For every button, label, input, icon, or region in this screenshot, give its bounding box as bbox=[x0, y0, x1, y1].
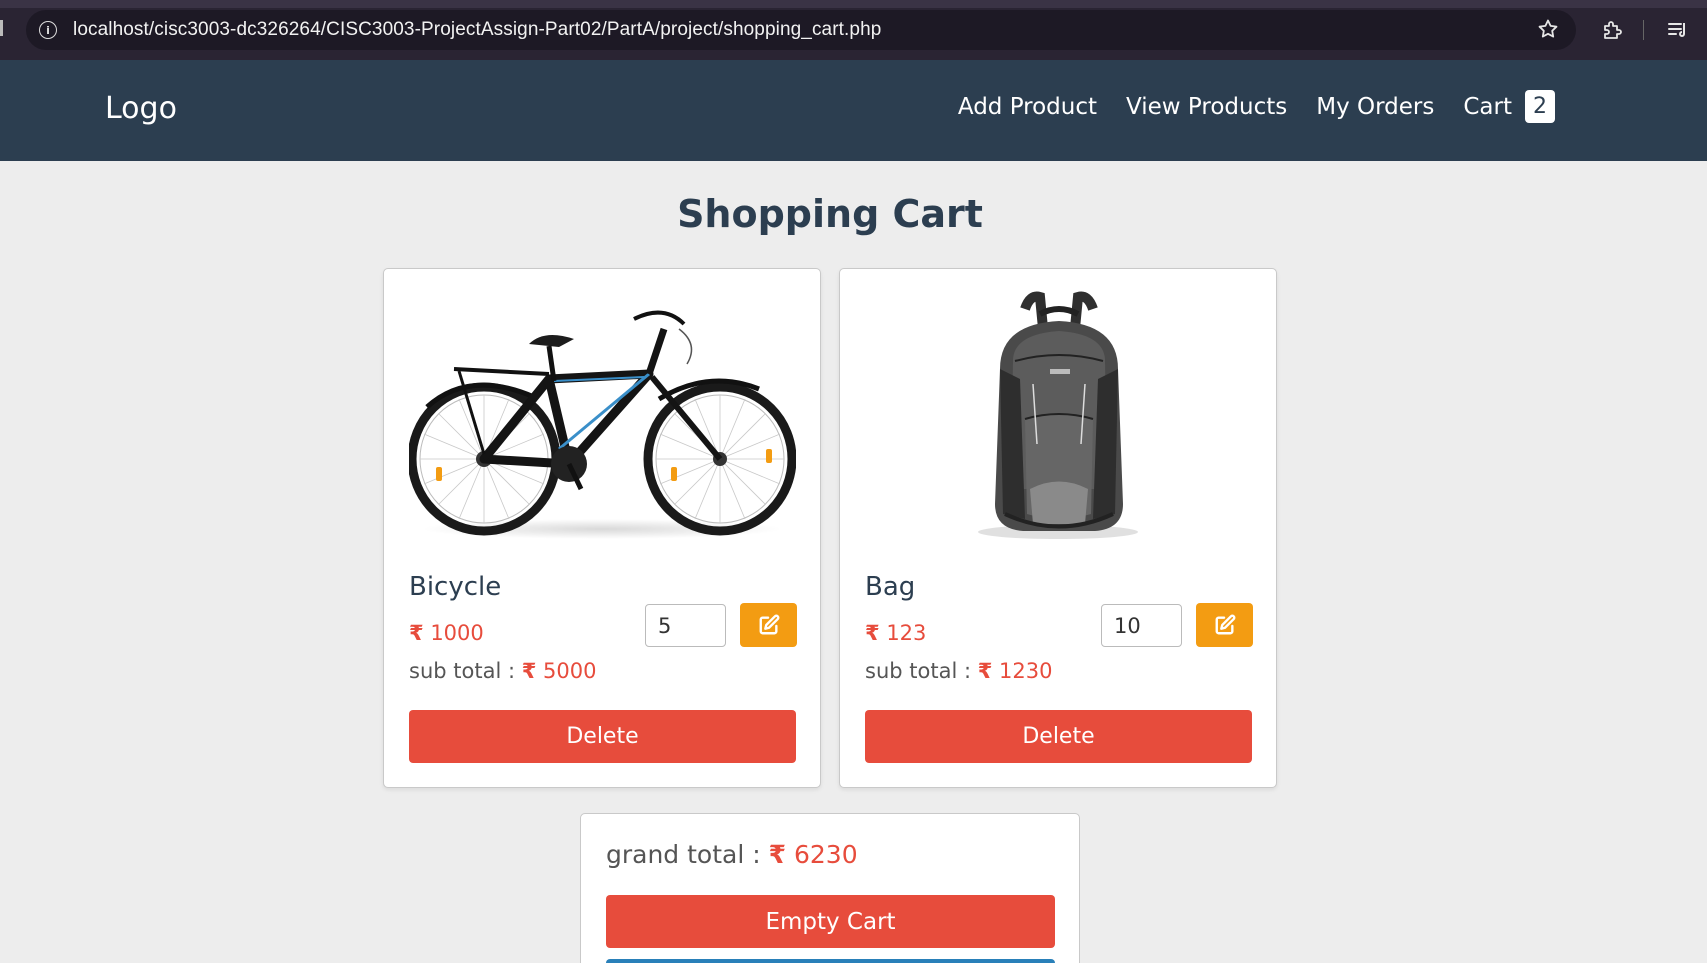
update-quantity-button[interactable] bbox=[740, 603, 797, 647]
subtotal-label: sub total : bbox=[865, 659, 972, 683]
subtotal-label: sub total : bbox=[409, 659, 516, 683]
subtotal-value: 1230 bbox=[999, 659, 1053, 683]
tab-strip bbox=[0, 0, 1707, 8]
product-price: ₹ 123 bbox=[865, 621, 926, 645]
toolbar-divider bbox=[1643, 20, 1644, 40]
checkout-button[interactable] bbox=[606, 959, 1055, 963]
product-subtotal: sub total : ₹ 1230 bbox=[865, 659, 1052, 683]
bookmark-star-icon[interactable] bbox=[1536, 17, 1560, 41]
subtotal-value: 5000 bbox=[543, 659, 597, 683]
cart-item-card: Bicycle ₹ 1000 sub total : ₹ 5000 Delete bbox=[383, 268, 821, 788]
product-name: Bicycle bbox=[409, 572, 502, 602]
grand-total-label: grand total : bbox=[606, 840, 761, 869]
nav-cart-label: Cart bbox=[1463, 93, 1512, 120]
quantity-input[interactable] bbox=[645, 604, 726, 647]
quantity-input[interactable] bbox=[1101, 604, 1182, 647]
product-image-backpack bbox=[865, 289, 1252, 549]
rupee-icon: ₹ bbox=[768, 840, 787, 869]
cart-summary: grand total : ₹ 6230 Empty Cart bbox=[580, 813, 1080, 963]
product-name: Bag bbox=[865, 572, 916, 602]
window-edge bbox=[0, 20, 3, 36]
browser-toolbar: i localhost/cisc3003-dc326264/CISC3003-P… bbox=[0, 0, 1707, 60]
site-logo[interactable]: Logo bbox=[105, 91, 177, 126]
price-value: 1000 bbox=[430, 621, 484, 645]
site-info-icon[interactable]: i bbox=[39, 21, 57, 39]
tab-search-icon[interactable] bbox=[1666, 18, 1690, 42]
grand-total-value: 6230 bbox=[793, 840, 858, 869]
nav-cart[interactable]: Cart 2 bbox=[1463, 90, 1555, 123]
empty-cart-button[interactable]: Empty Cart bbox=[606, 895, 1055, 948]
page-title: Shopping Cart bbox=[677, 192, 983, 236]
product-image-bicycle bbox=[409, 289, 796, 549]
url-text[interactable]: localhost/cisc3003-dc326264/CISC3003-Pro… bbox=[73, 19, 881, 41]
cart-item-card: Bag ₹ 123 sub total : ₹ 1230 Delete bbox=[839, 268, 1277, 788]
update-quantity-button[interactable] bbox=[1196, 603, 1253, 647]
site-header: Logo Add Product View Products My Orders… bbox=[0, 60, 1707, 161]
nav-view-products[interactable]: View Products bbox=[1126, 94, 1287, 120]
delete-item-button[interactable]: Delete bbox=[865, 710, 1252, 763]
rupee-icon: ₹ bbox=[977, 659, 993, 683]
product-price: ₹ 1000 bbox=[409, 621, 484, 645]
edit-icon bbox=[759, 614, 779, 635]
price-value: 123 bbox=[886, 621, 927, 645]
nav-add-product[interactable]: Add Product bbox=[958, 94, 1097, 120]
rupee-icon: ₹ bbox=[409, 621, 424, 645]
cart-count-badge: 2 bbox=[1525, 90, 1555, 123]
nav-my-orders[interactable]: My Orders bbox=[1316, 94, 1434, 120]
address-bar[interactable]: i localhost/cisc3003-dc326264/CISC3003-P… bbox=[26, 10, 1576, 50]
product-subtotal: sub total : ₹ 5000 bbox=[409, 659, 596, 683]
rupee-icon: ₹ bbox=[865, 621, 880, 645]
rupee-icon: ₹ bbox=[521, 659, 537, 683]
edit-icon bbox=[1215, 614, 1235, 635]
main-nav: Add Product View Products My Orders Cart… bbox=[929, 90, 1555, 123]
extensions-icon[interactable] bbox=[1600, 18, 1624, 42]
grand-total: grand total : ₹ 6230 bbox=[606, 840, 858, 869]
delete-item-button[interactable]: Delete bbox=[409, 710, 796, 763]
